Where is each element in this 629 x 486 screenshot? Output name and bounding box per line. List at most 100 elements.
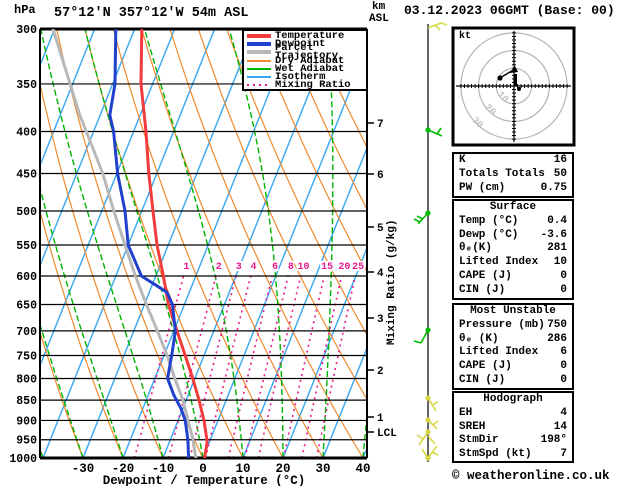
row-value: 14	[553, 420, 567, 433]
row-value: 281	[547, 242, 567, 255]
row-label: EH	[459, 406, 473, 419]
table-row: CAPE (J) 0	[454, 270, 572, 284]
row-label: StmSpd (kt)	[459, 448, 532, 461]
row-label: StmDir	[459, 434, 499, 447]
legend-box: Temperature Dewpoint Parcel Trajectory D…	[242, 29, 368, 91]
row-label: PW (cm)	[459, 181, 506, 194]
row-value: 0.4	[547, 214, 567, 227]
row-value: 198°	[540, 434, 567, 447]
table-row: CIN (J) 0	[454, 374, 572, 388]
pressure-unit-label: hPa	[14, 3, 36, 17]
svg-text:800: 800	[16, 373, 37, 386]
svg-text:900: 900	[16, 415, 37, 428]
table-row: StmSpd (kt) 7	[454, 448, 572, 462]
wind-barb	[421, 445, 439, 461]
row-value: 7	[560, 448, 567, 461]
row-value: 16	[553, 154, 567, 166]
row-value: 6	[560, 346, 567, 359]
svg-text:25: 25	[352, 262, 364, 273]
hodograph-unit-label: kt	[459, 31, 472, 42]
row-label: Dewp (°C)	[459, 228, 519, 241]
row-label: Lifted Index	[459, 256, 539, 269]
sounding-screenshot: 300 350 400 450 500 550 600 650 700 750 800 850 900 9…	[0, 0, 629, 486]
surface-table-header: Surface	[489, 201, 537, 213]
svg-text:600: 600	[16, 271, 37, 284]
altitude-unit-asl-label: ASL	[369, 13, 389, 25]
table-row: SREH 14	[454, 421, 572, 435]
svg-text:LCL: LCL	[377, 428, 397, 440]
row-label: K	[459, 154, 466, 166]
svg-text:3: 3	[377, 314, 384, 326]
wind-barb	[425, 395, 439, 412]
svg-text:15: 15	[321, 262, 333, 273]
row-label: Pressure (mb)	[459, 318, 545, 331]
svg-text:6: 6	[272, 262, 278, 273]
most-unstable-table-header: Most Unstable	[470, 305, 556, 317]
table-row: CAPE (J) 0	[454, 360, 572, 374]
row-label: CIN (J)	[459, 283, 506, 296]
dewpoint-line-swatch	[247, 42, 271, 47]
mixing-ratio-value-labels: 1 2 3 4 6 8 10 15 20 25	[182, 261, 366, 273]
svg-text:400: 400	[16, 127, 37, 140]
svg-text:8: 8	[288, 262, 294, 273]
table-row: CIN (J) 0	[454, 284, 572, 298]
hodograph-table-header: Hodograph	[483, 393, 543, 405]
svg-text:1000: 1000	[9, 453, 37, 466]
svg-text:1: 1	[377, 413, 384, 425]
svg-text:6: 6	[377, 170, 384, 182]
row-value: 750	[547, 318, 567, 331]
svg-text:1: 1	[183, 262, 189, 273]
legend-label: Mixing Ratio	[275, 79, 351, 92]
svg-text:10: 10	[297, 262, 309, 273]
mixing-ratio-axis-title: Mixing Ratio (g/kg)	[386, 219, 398, 345]
isotherm-line-swatch	[247, 76, 271, 79]
svg-text:750: 750	[16, 350, 37, 363]
temperature-line-swatch	[247, 34, 271, 39]
row-label: CAPE (J)	[459, 269, 512, 282]
legend-item-mixing-ratio: Mixing Ratio	[247, 79, 364, 92]
table-row: EH 4	[454, 407, 572, 421]
svg-text:3: 3	[236, 262, 242, 273]
table-row: Temp (°C) 0.4	[454, 215, 572, 229]
table-row: θₑ(K) 281	[454, 242, 572, 256]
row-value: 4	[560, 406, 567, 419]
pressure-tick-labels: 300 350 400 450 500 550 600 650 700 750 800 850 900 9…	[9, 24, 37, 466]
svg-text:2: 2	[377, 366, 384, 378]
dry-adiabat-line-swatch	[247, 59, 271, 62]
table-row: Totals Totals 50	[454, 168, 572, 182]
row-label: SREH	[459, 420, 486, 433]
table-row: K 16	[454, 154, 572, 168]
altitude-unit-km-label: km	[372, 1, 386, 13]
copyright-footer: © weatheronline.co.uk	[452, 469, 610, 483]
parcel-line-swatch	[247, 50, 271, 55]
svg-text:7: 7	[377, 119, 384, 131]
table-row: Lifted Index 10	[454, 256, 572, 270]
row-label: CIN (J)	[459, 373, 506, 386]
svg-text:2: 2	[216, 262, 222, 273]
svg-text:350: 350	[16, 79, 37, 92]
row-label: Lifted Index	[459, 346, 539, 359]
station-title: 57°12'N 357°12'W 54m ASL	[54, 6, 249, 21]
row-label: CAPE (J)	[459, 360, 512, 373]
table-row: Dewp (°C) -3.6	[454, 229, 572, 243]
svg-text:950: 950	[16, 435, 37, 448]
row-label: θₑ(K)	[459, 242, 493, 255]
row-value: 10	[553, 256, 567, 269]
row-value: 0	[560, 283, 567, 296]
svg-text:650: 650	[16, 300, 37, 313]
table-row: PW (cm) 0.75	[454, 182, 572, 196]
wet-adiabat-line-swatch	[247, 67, 271, 70]
wind-barb	[425, 417, 439, 430]
indices-table: K 16 Totals Totals 50 PW (cm) 0.75	[452, 152, 574, 198]
hodograph-table: Hodograph EH 4 SREH 14 StmDir 198° StmSpd (…	[452, 391, 574, 463]
hodograph-plot: 102030	[451, 26, 576, 147]
wind-barb	[416, 429, 436, 446]
table-row: Pressure (mb) 750	[454, 319, 572, 333]
svg-text:700: 700	[16, 326, 37, 339]
row-value: 50	[553, 167, 567, 180]
svg-text:500: 500	[16, 206, 37, 219]
row-value: 0	[560, 373, 567, 386]
run-date-label: 03.12.2023 06GMT (Base: 00)	[404, 3, 615, 18]
svg-text:450: 450	[16, 168, 37, 181]
svg-text:300: 300	[16, 24, 37, 37]
